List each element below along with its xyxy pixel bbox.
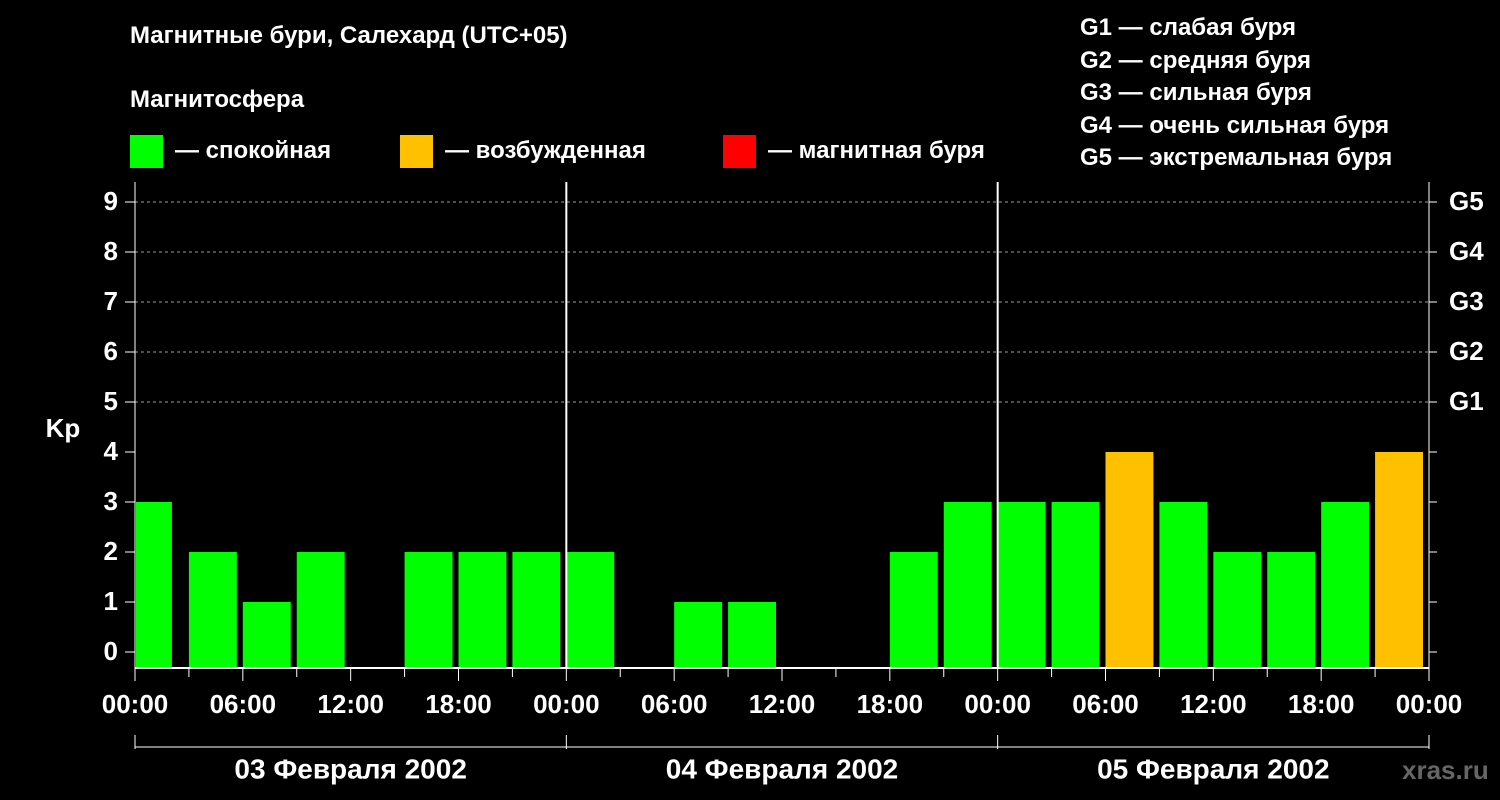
kp-bar xyxy=(458,552,507,668)
x-tick-label: 00:00 xyxy=(102,689,169,719)
x-tick-label: 12:00 xyxy=(317,689,384,719)
x-tick-label: 18:00 xyxy=(1288,689,1355,719)
y-tick-label: 9 xyxy=(104,186,118,216)
kp-bar xyxy=(1159,502,1208,668)
right-tick-label: G3 xyxy=(1449,286,1484,316)
kp-bar xyxy=(188,552,237,668)
kp-bar xyxy=(566,552,615,668)
x-tick-label: 18:00 xyxy=(857,689,924,719)
x-tick-label: 06:00 xyxy=(641,689,708,719)
kp-bar xyxy=(1267,552,1316,668)
y-tick-label: 3 xyxy=(104,486,118,516)
kp-bar xyxy=(997,502,1046,668)
y-tick-label: 2 xyxy=(104,536,118,566)
y-tick-label: 7 xyxy=(104,286,118,316)
kp-bar xyxy=(674,602,723,668)
right-tick-label: G5 xyxy=(1449,186,1484,216)
x-tick-label: 06:00 xyxy=(1072,689,1139,719)
kp-bar xyxy=(404,552,453,668)
x-tick-label: 00:00 xyxy=(533,689,600,719)
kp-bar xyxy=(1321,502,1370,668)
kp-bar xyxy=(136,502,172,668)
day-label: 03 Февраля 2002 xyxy=(234,753,466,784)
x-tick-label: 12:00 xyxy=(1180,689,1247,719)
right-tick-label: G1 xyxy=(1449,386,1484,416)
right-tick-label: G2 xyxy=(1449,336,1484,366)
kp-bar xyxy=(1375,452,1423,668)
x-tick-label: 12:00 xyxy=(749,689,816,719)
y-axis-label: Kp xyxy=(46,413,81,443)
x-tick-label: 00:00 xyxy=(964,689,1031,719)
x-tick-label: 00:00 xyxy=(1396,689,1463,719)
kp-bar xyxy=(1105,452,1154,668)
kp-bar xyxy=(242,602,291,668)
kp-chart: 0 1 2 3 4 5 6 7 8 9 G1 G2 G3 G4 G5 Kp 00:00 06:00 12:00 18:… xyxy=(46,182,1484,784)
y-tick-label: 8 xyxy=(104,236,118,266)
x-tick-label: 06:00 xyxy=(210,689,277,719)
kp-bar xyxy=(889,552,938,668)
y-tick-label: 6 xyxy=(104,336,118,366)
kp-bar xyxy=(296,552,345,668)
x-tick-label: 18:00 xyxy=(425,689,492,719)
kp-bar xyxy=(1213,552,1262,668)
y-tick-label: 4 xyxy=(104,436,119,466)
day-label: 04 Февраля 2002 xyxy=(666,753,898,784)
y-tick-label: 0 xyxy=(104,636,118,666)
kp-bar xyxy=(728,602,776,668)
kp-bar xyxy=(943,502,992,668)
kp-bar xyxy=(512,552,561,668)
y-tick-label: 1 xyxy=(104,586,118,616)
y-tick-label: 5 xyxy=(104,386,118,416)
watermark: xras.ru xyxy=(1402,755,1489,785)
day-label: 05 Февраля 2002 xyxy=(1097,753,1329,784)
right-tick-label: G4 xyxy=(1449,236,1484,266)
kp-bar xyxy=(1051,502,1100,668)
